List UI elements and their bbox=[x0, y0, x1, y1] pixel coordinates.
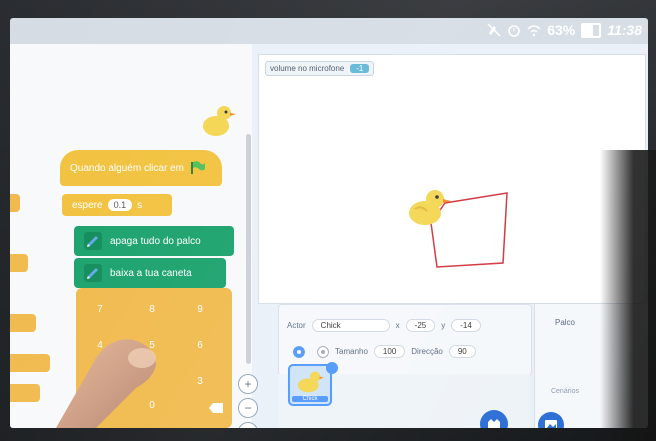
zoom-in-button[interactable]: + bbox=[238, 374, 258, 394]
keypad-key[interactable]: 7 bbox=[86, 302, 114, 318]
zoom-reset-button[interactable]: = bbox=[238, 422, 258, 428]
palette-block[interactable] bbox=[10, 254, 28, 272]
green-flag-icon bbox=[190, 161, 205, 174]
keypad-key[interactable]: 4 bbox=[86, 338, 114, 354]
x-label: x bbox=[395, 321, 400, 330]
stage-canvas bbox=[409, 190, 508, 268]
alarm-icon bbox=[508, 25, 520, 37]
battery-icon bbox=[581, 22, 602, 38]
hide-sprite-icon[interactable] bbox=[317, 345, 329, 358]
chick-sprite-icon bbox=[297, 371, 324, 393]
chick-sprite-icon bbox=[203, 106, 236, 136]
android-status-bar: 63% 11:38 bbox=[10, 18, 648, 44]
backspace-icon[interactable] bbox=[208, 402, 224, 414]
zoom-out-button[interactable]: − bbox=[238, 398, 258, 418]
image-add-icon bbox=[545, 420, 557, 428]
scratch-editor-screen: Quando alguém clicar em espere 0.1 s apa… bbox=[10, 18, 648, 428]
keypad-key[interactable]: 5 bbox=[138, 338, 166, 354]
battery-percent: 63% bbox=[547, 22, 576, 38]
hat-block-label: Quando alguém clicar em bbox=[70, 162, 184, 174]
wifi-icon bbox=[527, 25, 541, 37]
y-input[interactable]: -14 bbox=[451, 319, 481, 332]
sprite-props-row: Tamanho 100 Direcção 90 bbox=[287, 345, 482, 358]
keypad-key[interactable]: 6 bbox=[186, 338, 214, 354]
mute-icon bbox=[487, 23, 501, 37]
backdrops-label: Cenários bbox=[550, 388, 579, 395]
size-input[interactable]: 100 bbox=[373, 345, 406, 358]
add-backdrop-button[interactable] bbox=[538, 412, 564, 428]
keypad-key[interactable]: 9 bbox=[186, 302, 214, 318]
pen-down-label: baixa a tua caneta bbox=[110, 267, 192, 279]
wait-label: espere bbox=[72, 199, 103, 211]
size-label: Tamanho bbox=[335, 347, 368, 356]
cat-add-icon bbox=[488, 419, 500, 428]
wait-block[interactable]: espere 0.1 s bbox=[62, 194, 172, 216]
stage[interactable]: volume no microfone -1 bbox=[258, 54, 646, 304]
palette-block[interactable] bbox=[10, 354, 50, 372]
sprite-tile-label: Chick bbox=[292, 396, 328, 402]
zoom-controls: + − = bbox=[238, 374, 258, 428]
pen-icon bbox=[84, 264, 102, 282]
pen-clear-block[interactable]: apaga tudo do palco bbox=[74, 226, 234, 256]
sprite-name-input[interactable]: Chick bbox=[311, 319, 390, 332]
pen-icon bbox=[84, 232, 102, 250]
palette-block[interactable] bbox=[10, 384, 40, 402]
chick-sprite bbox=[409, 190, 451, 225]
clock: 11:38 bbox=[607, 22, 642, 38]
pen-clear-label: apaga tudo do palco bbox=[110, 235, 201, 247]
keypad-key[interactable]: 0 bbox=[138, 398, 166, 414]
screen-edge-reflection bbox=[600, 150, 656, 441]
pen-down-block[interactable]: baixa a tua caneta bbox=[74, 258, 226, 288]
x-input[interactable]: -25 bbox=[405, 319, 436, 332]
actor-label: Actor bbox=[287, 321, 306, 330]
palette-block[interactable] bbox=[10, 314, 36, 332]
wait-unit: s bbox=[137, 199, 143, 211]
y-label: y bbox=[441, 321, 446, 330]
add-sprite-button[interactable] bbox=[480, 410, 508, 428]
sprite-name-row: Actor Chick x -25 y -14 bbox=[287, 319, 487, 332]
keypad-key[interactable]: 3 bbox=[186, 374, 214, 390]
delete-sprite-icon[interactable] bbox=[326, 362, 338, 374]
direction-input[interactable]: 90 bbox=[448, 345, 476, 358]
sprite-tile-chick[interactable]: Chick bbox=[288, 364, 332, 406]
code-scrollbar[interactable] bbox=[246, 134, 251, 364]
block-palette-edge[interactable] bbox=[10, 194, 50, 424]
keypad-key[interactable]: 8 bbox=[138, 302, 166, 318]
show-sprite-icon[interactable] bbox=[293, 345, 305, 358]
code-area[interactable]: Quando alguém clicar em espere 0.1 s apa… bbox=[10, 44, 258, 428]
direction-label: Direcção bbox=[411, 347, 443, 356]
stage-panel-title: Palco bbox=[554, 318, 575, 327]
palette-block[interactable] bbox=[10, 194, 20, 212]
tablet-frame: Quando alguém clicar em espere 0.1 s apa… bbox=[0, 0, 656, 441]
number-keypad[interactable]: 7 8 9 4 5 6 3 0 bbox=[76, 288, 232, 428]
when-flag-clicked-block[interactable]: Quando alguém clicar em bbox=[60, 150, 222, 186]
status-icons: 63% 11:38 bbox=[487, 22, 642, 38]
wait-seconds-input[interactable]: 0.1 bbox=[107, 199, 133, 211]
